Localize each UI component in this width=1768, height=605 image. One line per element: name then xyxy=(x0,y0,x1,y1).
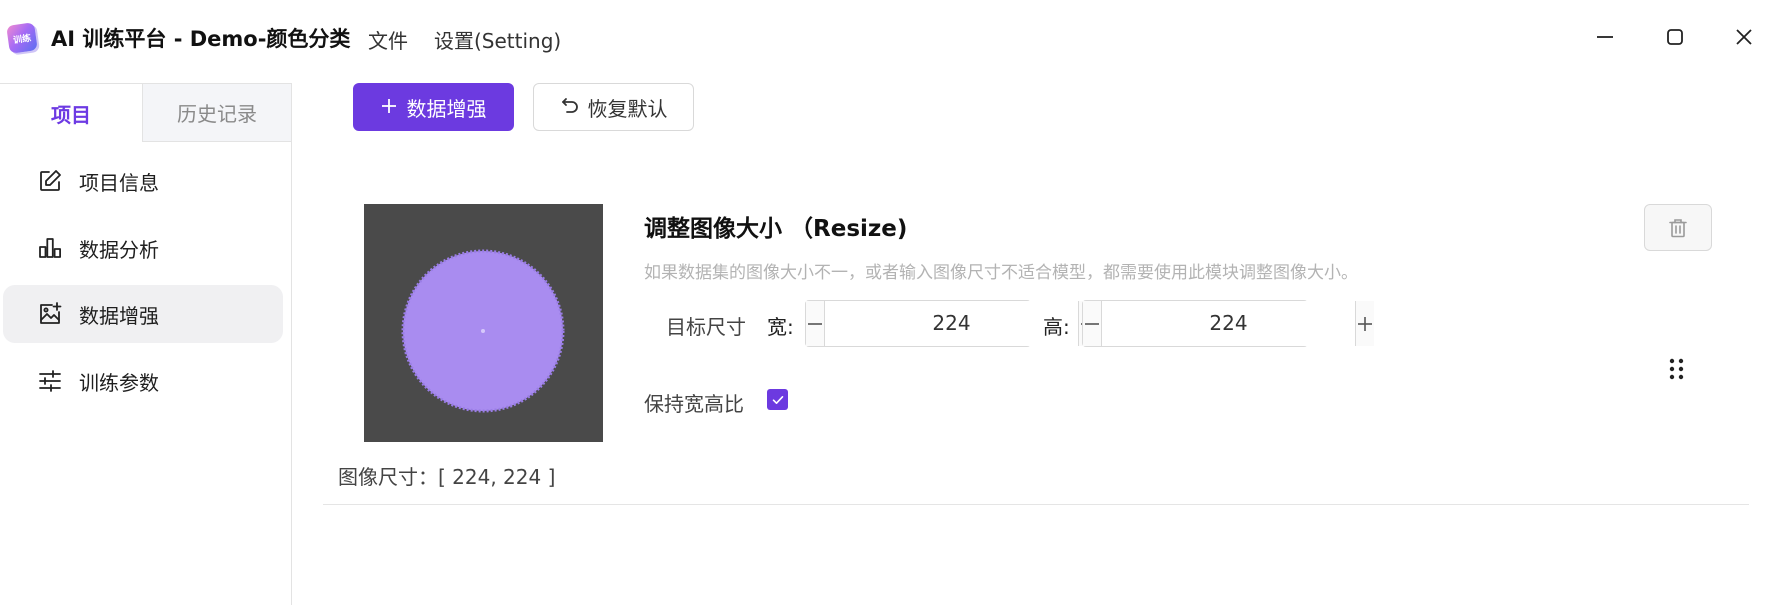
sidebar-item-label: 数据增强 xyxy=(79,303,159,328)
sidebar-item-data-augmentation[interactable]: 数据增强 xyxy=(3,285,283,343)
sidebar-item-project-info[interactable]: 项目信息 xyxy=(3,152,283,210)
delete-button[interactable] xyxy=(1644,204,1712,251)
app-title: AI 训练平台 - Demo-颜色分类 xyxy=(51,27,351,51)
height-decrement-button[interactable] xyxy=(1083,301,1102,346)
sidebar-item-data-analysis[interactable]: 数据分析 xyxy=(3,219,283,277)
width-stepper xyxy=(805,300,1097,347)
undo-icon xyxy=(560,95,580,120)
menu-file[interactable]: 文件 xyxy=(368,25,408,54)
target-size-label: 目标尺寸 xyxy=(666,315,746,339)
maximize-icon[interactable] xyxy=(1660,22,1690,52)
app-logo-text: 训练 xyxy=(12,33,32,46)
width-input[interactable] xyxy=(825,301,1078,346)
title-bar: 训练 AI 训练平台 - Demo-颜色分类 文件 设置(Setting) xyxy=(0,0,1768,76)
plus-icon xyxy=(381,95,397,119)
edit-icon xyxy=(37,168,63,194)
bar-chart-icon xyxy=(37,235,63,261)
card-divider xyxy=(323,504,1749,505)
add-augmentation-button[interactable]: 数据增强 xyxy=(353,83,514,131)
sidebar-item-training-params[interactable]: 训练参数 xyxy=(3,352,283,410)
tab-project[interactable]: 项目 xyxy=(0,83,143,142)
check-icon xyxy=(772,395,783,404)
minus-icon xyxy=(808,322,822,325)
trash-icon xyxy=(1669,218,1687,237)
reset-default-button[interactable]: 恢复默认 xyxy=(533,83,694,131)
height-label: 高: xyxy=(1043,315,1070,339)
sidebar-item-label: 项目信息 xyxy=(79,170,159,195)
preview-circle-image xyxy=(401,249,565,413)
image-preview xyxy=(364,204,603,442)
app-logo: 训练 xyxy=(6,22,38,54)
reset-default-label: 恢复默认 xyxy=(587,96,668,121)
resize-description: 如果数据集的图像大小不一，或者输入图像尺寸不适合模型，都需要使用此模块调整图像大… xyxy=(644,263,1358,283)
add-augmentation-label: 数据增强 xyxy=(406,96,487,121)
drag-handle-icon[interactable] xyxy=(1667,357,1687,381)
height-increment-button[interactable] xyxy=(1355,301,1374,346)
plus-icon xyxy=(1358,316,1372,331)
image-add-icon xyxy=(37,301,63,327)
keep-ratio-checkbox[interactable] xyxy=(767,389,788,410)
close-icon[interactable] xyxy=(1729,22,1759,52)
sidebar-divider xyxy=(291,140,292,605)
height-stepper xyxy=(1082,300,1374,347)
menu-settings[interactable]: 设置(Setting) xyxy=(434,25,561,54)
width-decrement-button[interactable] xyxy=(806,301,825,346)
sidebar-item-label: 训练参数 xyxy=(79,370,159,395)
sliders-icon xyxy=(37,368,63,394)
sidebar-item-label: 数据分析 xyxy=(79,237,159,262)
tab-history[interactable]: 历史记录 xyxy=(143,83,292,142)
minimize-icon[interactable] xyxy=(1590,22,1620,52)
keep-ratio-label: 保持宽高比 xyxy=(644,392,744,416)
height-input[interactable] xyxy=(1102,301,1355,346)
image-size-caption: 图像尺寸：[ 224, 224 ] xyxy=(338,465,556,489)
resize-title: 调整图像大小 （Resize) xyxy=(644,216,908,242)
minus-icon xyxy=(1085,322,1099,325)
width-label: 宽: xyxy=(767,315,794,339)
